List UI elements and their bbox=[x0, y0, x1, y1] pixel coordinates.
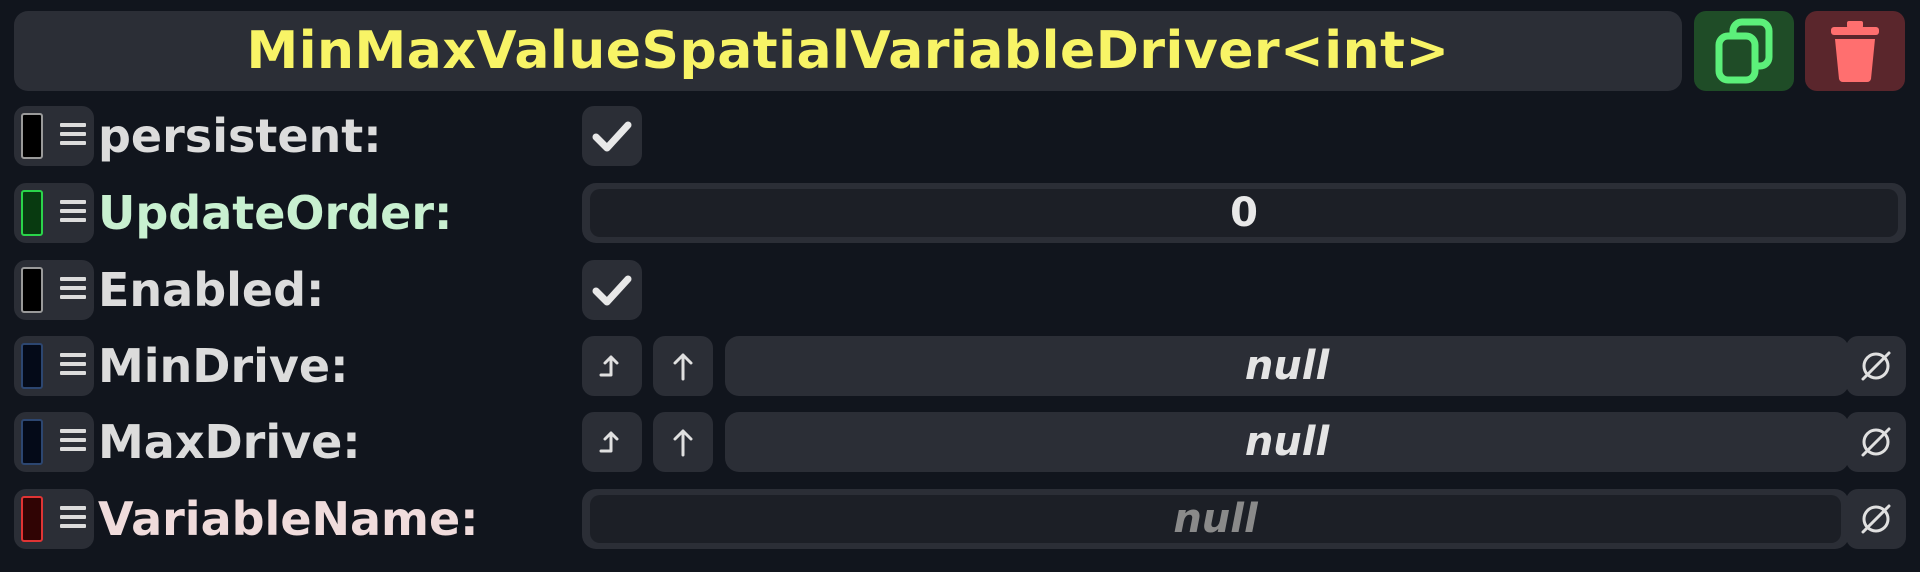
menu-icon bbox=[60, 123, 86, 150]
field-type-swatch bbox=[21, 343, 43, 389]
field-type-swatch bbox=[21, 419, 43, 465]
field-type-swatch bbox=[21, 496, 43, 542]
clear-min-drive-button[interactable] bbox=[1846, 336, 1906, 396]
component-title: MinMaxValueSpatialVariableDriver<int> bbox=[246, 21, 1450, 81]
field-row-variable-name: VariableName: null bbox=[14, 489, 1906, 549]
delete-button[interactable] bbox=[1805, 11, 1905, 91]
menu-icon bbox=[60, 429, 86, 456]
null-icon bbox=[1861, 427, 1891, 457]
update-order-input[interactable]: 0 bbox=[590, 189, 1898, 237]
drive-to-source-button[interactable] bbox=[582, 412, 642, 472]
null-icon bbox=[1861, 504, 1891, 534]
persistent-checkbox[interactable] bbox=[582, 106, 642, 166]
drag-handle[interactable] bbox=[14, 183, 94, 243]
clear-variable-name-button[interactable] bbox=[1846, 489, 1906, 549]
reference-up-button[interactable] bbox=[653, 412, 713, 472]
arrow-up-icon bbox=[673, 429, 693, 457]
component-header: MinMaxValueSpatialVariableDriver<int> bbox=[14, 11, 1682, 91]
drag-handle[interactable] bbox=[14, 106, 94, 166]
field-row-update-order: UpdateOrder: 0 bbox=[14, 183, 1906, 243]
null-icon bbox=[1861, 351, 1891, 381]
menu-icon bbox=[60, 506, 86, 533]
field-row-enabled: Enabled: bbox=[14, 260, 1906, 320]
field-type-swatch bbox=[21, 267, 43, 313]
drag-handle[interactable] bbox=[14, 336, 94, 396]
reference-up-button[interactable] bbox=[653, 336, 713, 396]
drag-handle[interactable] bbox=[14, 260, 94, 320]
menu-icon bbox=[60, 200, 86, 227]
drive-arrow-icon bbox=[599, 355, 619, 377]
checkmark-icon bbox=[592, 275, 632, 306]
drag-handle[interactable] bbox=[14, 412, 94, 472]
menu-icon bbox=[60, 353, 86, 380]
drag-handle[interactable] bbox=[14, 489, 94, 549]
variable-name-field[interactable]: null bbox=[582, 489, 1849, 549]
duplicate-button[interactable] bbox=[1694, 11, 1794, 91]
field-label: persistent: bbox=[98, 109, 382, 163]
drive-to-source-button[interactable] bbox=[582, 336, 642, 396]
checkmark-icon bbox=[592, 121, 632, 152]
variable-name-input[interactable]: null bbox=[590, 495, 1841, 543]
duplicate-icon bbox=[1715, 18, 1773, 84]
drive-arrow-icon bbox=[599, 431, 619, 453]
field-row-persistent: persistent: bbox=[14, 106, 1906, 166]
field-type-swatch bbox=[21, 190, 43, 236]
arrow-up-icon bbox=[673, 353, 693, 381]
menu-icon bbox=[60, 277, 86, 304]
field-label: UpdateOrder: bbox=[98, 186, 453, 240]
field-row-max-drive: MaxDrive: null bbox=[14, 412, 1906, 472]
trash-icon bbox=[1831, 21, 1879, 82]
field-type-swatch bbox=[21, 113, 43, 159]
field-row-min-drive: MinDrive: null bbox=[14, 336, 1906, 396]
field-label: VariableName: bbox=[98, 492, 479, 546]
field-label: Enabled: bbox=[98, 263, 325, 317]
min-drive-reference-field[interactable]: null bbox=[725, 336, 1849, 396]
field-label: MaxDrive: bbox=[98, 415, 361, 469]
enabled-checkbox[interactable] bbox=[582, 260, 642, 320]
field-label: MinDrive: bbox=[98, 339, 349, 393]
clear-max-drive-button[interactable] bbox=[1846, 412, 1906, 472]
max-drive-reference-field[interactable]: null bbox=[725, 412, 1849, 472]
update-order-field[interactable]: 0 bbox=[582, 183, 1906, 243]
